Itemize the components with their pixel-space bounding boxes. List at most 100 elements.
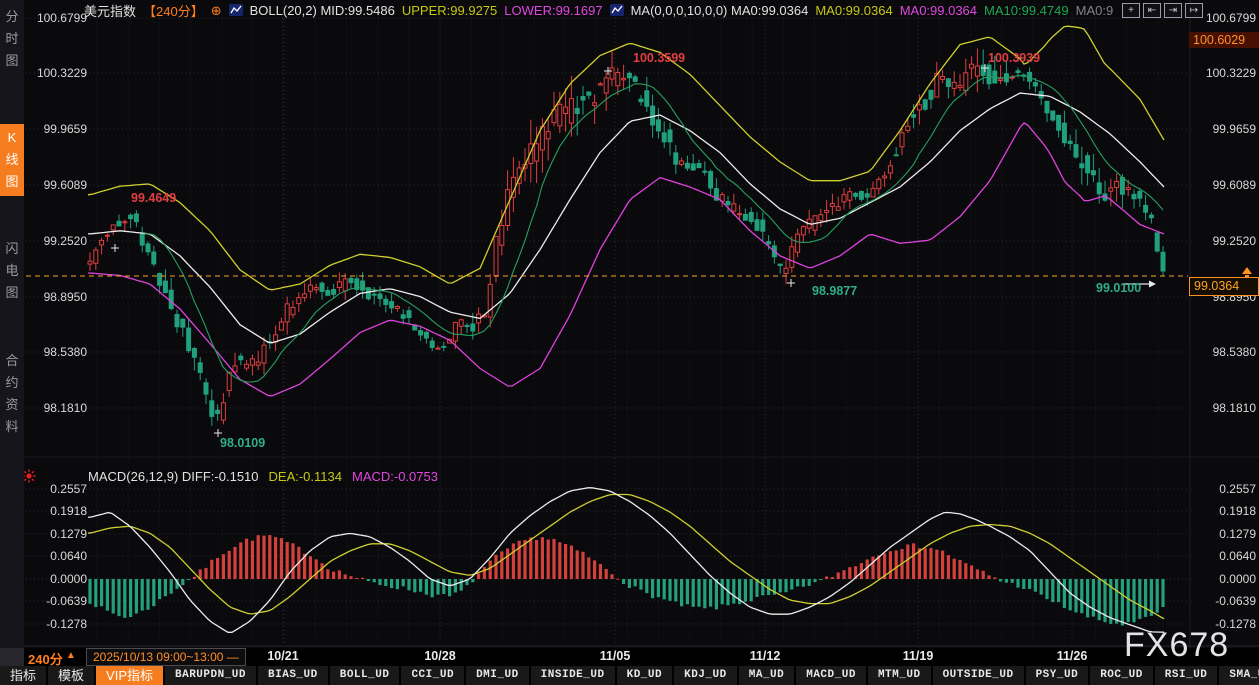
axis-tick-label: 100.3229 xyxy=(27,66,87,80)
toolbar-btn-inside-ud[interactable]: INSIDE_UD xyxy=(531,666,615,685)
toolbar-btn-dmi-ud[interactable]: DMI_UD xyxy=(466,666,529,685)
axis-tick-label: 99.2520 xyxy=(1196,234,1256,248)
toolbar-btn-bias-ud[interactable]: BIAS_UD xyxy=(258,666,328,685)
legend-text: BOLL(20,2) MID:99.5486 xyxy=(250,3,395,18)
toolbar-btn-cci-ud[interactable]: CCI_UD xyxy=(401,666,464,685)
toolbar-btn-boll-ud[interactable]: BOLL_UD xyxy=(330,666,400,685)
axis-tick-label: -0.1278 xyxy=(27,617,87,631)
axis-tick-label: 98.5380 xyxy=(1196,345,1256,359)
axis-tick-label: 0.0000 xyxy=(1196,572,1256,586)
price-annotation: 100.3939 xyxy=(988,51,1040,65)
annotations: 99.464998.0109100.359998.9877100.393999.… xyxy=(23,51,1253,483)
legend-text: MA0:99.0364 xyxy=(900,3,977,18)
toolbar-btn-mtm-ud[interactable]: MTM_UD xyxy=(868,666,931,685)
tab-char: 料 xyxy=(0,416,24,438)
macd-legend: MACD(26,12,9) DIFF:-0.1510DEA:-0.1134MAC… xyxy=(88,468,438,484)
legend-text: MACD:-0.0753 xyxy=(352,469,438,484)
tab-char: 图 xyxy=(0,171,24,193)
axis-tick-label: 99.2520 xyxy=(27,234,87,248)
toolbar-tab-vip-indicators[interactable]: VIP指标 xyxy=(96,666,163,685)
axis-tick-label: -0.0639 xyxy=(1196,594,1256,608)
axis-tick-label: 0.0640 xyxy=(1196,549,1256,563)
axis-tick-label: 98.1810 xyxy=(27,401,87,415)
period-up-arrow-icon: ▲ xyxy=(66,650,76,661)
sidebar-tab-contract-info[interactable]: 合约资料 xyxy=(0,350,24,438)
axis-tick-label: 99.9659 xyxy=(1196,122,1256,136)
date-label: 11/19 xyxy=(888,649,948,663)
legend-text: MA(0,0,0,10,0,0) MA0:99.0364 xyxy=(631,3,809,18)
move-window-icon[interactable]: + xyxy=(1122,3,1140,18)
sidebar-tab-kline-chart[interactable]: K线图 xyxy=(0,124,24,196)
tab-char: 约 xyxy=(0,372,24,394)
axis-tick-label: -0.0639 xyxy=(27,594,87,608)
legend-text: UPPER:99.9275 xyxy=(402,3,497,18)
toolbar-btn-rsi-ud[interactable]: RSI_UD xyxy=(1155,666,1218,685)
tab-char: 分 xyxy=(0,6,24,28)
fit-right-icon[interactable]: ⇥ xyxy=(1164,3,1182,18)
toolbar-btn-ma-ud[interactable]: MA_UD xyxy=(739,666,795,685)
time-axis-row: 240分 ▲ 2025/10/13 09:00~13:00 — 10/2110/… xyxy=(0,648,1259,666)
date-label: 11/05 xyxy=(585,649,645,663)
main-chart-legend: 美元指数【240分】⊕BOLL(20,2) MID:99.5486UPPER:9… xyxy=(84,2,1113,18)
toolbar-btn-sma-ud[interactable]: SMA_UD xyxy=(1219,666,1259,685)
axis-tick-label: 100.6799 xyxy=(1196,11,1256,25)
indicator-chart-icon[interactable] xyxy=(229,4,243,16)
tab-char: 时 xyxy=(0,28,24,50)
axis-tick-label: 0.0640 xyxy=(27,549,87,563)
visible-range-label: 2025/10/13 09:00~13:00 — xyxy=(86,648,246,666)
toolbar-btn-psy-ud[interactable]: PSY_UD xyxy=(1026,666,1089,685)
toolbar-btn-kd-ud[interactable]: KD_UD xyxy=(617,666,673,685)
axis-tick-label: 98.8950 xyxy=(27,290,87,304)
tab-char: 电 xyxy=(0,260,24,282)
legend-text: LOWER:99.1697 xyxy=(504,3,602,18)
toolbar-btn-roc-ud[interactable]: ROC_UD xyxy=(1090,666,1153,685)
candles xyxy=(88,49,1165,426)
up-arrow-icon xyxy=(1242,267,1252,274)
session-high-badge: 100.6029 xyxy=(1189,32,1259,48)
toolbar-btn-barupdn-ud[interactable]: BARUPDN_UD xyxy=(165,666,256,685)
circle-plus-icon[interactable]: ⊕ xyxy=(211,4,222,17)
last-price-badge: 99.0364 xyxy=(1189,277,1259,296)
fit-left-icon[interactable]: ⇤ xyxy=(1143,3,1161,18)
axis-tick-label: 99.6089 xyxy=(1196,178,1256,192)
tab-char: 资 xyxy=(0,394,24,416)
date-label: 11/12 xyxy=(735,649,795,663)
date-label: 10/21 xyxy=(253,649,313,663)
axis-tick-label: 100.6799 xyxy=(27,11,87,25)
date-label: 10/28 xyxy=(410,649,470,663)
toolbar-btn-macd-ud[interactable]: MACD_UD xyxy=(796,666,866,685)
toolbar-btn-kdj-ud[interactable]: KDJ_UD xyxy=(674,666,737,685)
indicator-chart-icon[interactable] xyxy=(610,4,624,16)
tab-char: 线 xyxy=(0,149,24,171)
price-annotation: 98.0109 xyxy=(220,436,265,450)
tab-char: 合 xyxy=(0,350,24,372)
axis-tick-label: 0.2557 xyxy=(27,482,87,496)
indicator-toolbar: 指标模板VIP指标BARUPDN_UDBIAS_UDBOLL_UDCCI_UDD… xyxy=(0,666,1259,685)
axis-tick-label: 0.1918 xyxy=(1196,504,1256,518)
legend-text: MA0:99.0364 xyxy=(815,3,892,18)
price-chart-canvas[interactable]: 99.464998.0109100.359998.9877100.393999.… xyxy=(0,0,1259,648)
axis-corner-block xyxy=(0,648,24,666)
axis-tick-label: 0.0000 xyxy=(27,572,87,586)
overlay-lines xyxy=(88,26,1164,396)
toolbar-btn-outside-ud[interactable]: OUTSIDE_UD xyxy=(933,666,1024,685)
axis-tick-label: 98.5380 xyxy=(27,345,87,359)
sidebar-tab-lightning-chart[interactable]: 闪电图 xyxy=(0,238,24,304)
axis-tick-label: 0.1279 xyxy=(27,527,87,541)
macd-settings-icon[interactable] xyxy=(23,470,36,483)
toolbar-tab-templates[interactable]: 模板 xyxy=(48,666,94,685)
legend-text: 【240分】 xyxy=(143,1,204,20)
macd-panel xyxy=(88,488,1165,633)
date-label: 11/26 xyxy=(1042,649,1102,663)
toolbar-tab-indicators[interactable]: 指标 xyxy=(0,666,46,685)
tab-char: 图 xyxy=(0,282,24,304)
tab-char: 图 xyxy=(0,50,24,72)
window-controls: +⇤⇥↦ xyxy=(1122,3,1203,18)
sidebar-tab-time-chart[interactable]: 分时图 xyxy=(0,6,24,72)
left-sidebar: 分时图K线图闪电图合约资料 xyxy=(0,0,24,648)
axis-tick-label: 0.1279 xyxy=(1196,527,1256,541)
tab-char: K xyxy=(0,127,24,149)
fx678-watermark: FX678 xyxy=(1124,626,1229,665)
pan-right-icon[interactable]: ↦ xyxy=(1185,3,1203,18)
price-annotation: 99.0100 xyxy=(1096,281,1141,295)
